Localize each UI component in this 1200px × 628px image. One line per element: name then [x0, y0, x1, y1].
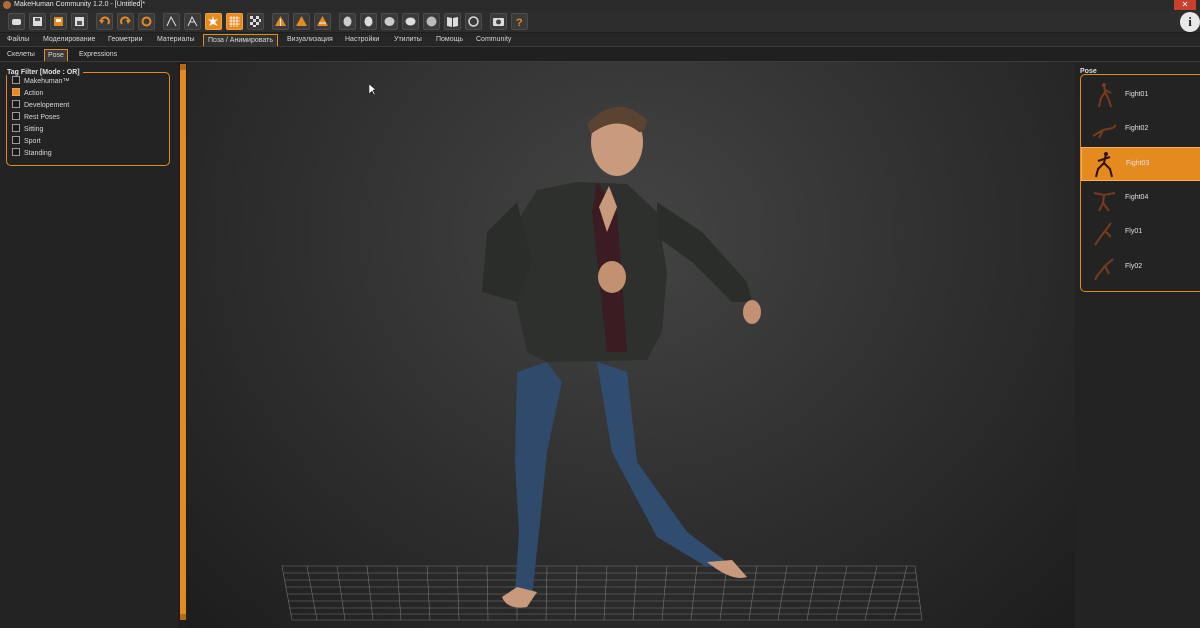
filter-item-standing[interactable]: Standing	[12, 148, 52, 159]
checkbox[interactable]	[12, 136, 20, 145]
pose-thumbnail	[1093, 192, 1116, 212]
tag-filter-group: Tag Filter [Mode : OR] Makehuman™ Action…	[6, 69, 170, 166]
undo-icon[interactable]	[96, 13, 113, 30]
wireframe-icon[interactable]	[184, 13, 201, 30]
tab-modelling[interactable]: Моделирование	[39, 34, 99, 46]
smooth-icon[interactable]	[163, 13, 180, 30]
checkbox[interactable]	[12, 100, 20, 109]
tab-pose-animate[interactable]: Поза / Анимировать	[203, 34, 278, 46]
sub-tab-bar: Скелеты Pose Expressions	[0, 47, 1200, 62]
mouse-cursor-icon	[368, 83, 377, 98]
filter-item-action[interactable]: Action	[12, 88, 44, 99]
grid-icon[interactable]	[226, 13, 243, 30]
scene	[281, 106, 923, 621]
right-panel: Pose Fight01 Fight02 Fight03 Fight04 Fly…	[1075, 62, 1200, 628]
filter-item-sitting[interactable]: Sitting	[12, 124, 44, 135]
pose-label: Fight02	[1125, 125, 1149, 132]
close-icon[interactable]: ✕	[1174, 0, 1196, 10]
tab-utilities[interactable]: Утилиты	[390, 34, 426, 46]
tab-help[interactable]: Помощь	[432, 34, 467, 46]
pose-item-fight03[interactable]: Fight03	[1081, 147, 1200, 181]
tab-rendering[interactable]: Визуализация	[283, 34, 337, 46]
pose-thumbnail	[1094, 222, 1112, 246]
tab-geometries[interactable]: Геометрии	[104, 34, 147, 46]
filter-item-makehuman[interactable]: Makehuman™	[12, 76, 70, 87]
redo-icon[interactable]	[117, 13, 134, 30]
human-model[interactable]	[482, 106, 761, 608]
scroll-down-arrow[interactable]	[180, 614, 186, 620]
head-top-icon[interactable]	[423, 13, 440, 30]
head-right-icon[interactable]	[381, 13, 398, 30]
filter-item-developement[interactable]: Developement	[12, 100, 70, 111]
load-icon[interactable]	[71, 13, 88, 30]
pose-item-fly02[interactable]: Fly02	[1081, 251, 1200, 285]
info-icon[interactable]: i	[1180, 12, 1200, 32]
checker-icon[interactable]	[247, 13, 264, 30]
tab-settings[interactable]: Настройки	[341, 34, 383, 46]
pose-label: Fly02	[1125, 263, 1143, 270]
checkbox[interactable]	[12, 148, 20, 157]
pose-label: Fight01	[1125, 91, 1149, 98]
pose-thumbnail	[1095, 152, 1113, 178]
ring-icon[interactable]	[465, 13, 482, 30]
new-icon[interactable]	[8, 13, 25, 30]
tag-filter-title: Tag Filter [Mode : OR]	[7, 69, 83, 76]
save-icon[interactable]	[29, 13, 46, 30]
main-tab-bar: Файлы Моделирование Геометрии Материалы …	[0, 33, 1200, 47]
window-title: MakeHuman Community 1.2.0 - [Untitled]*	[14, 1, 146, 8]
pose-label: Fight03	[1126, 160, 1150, 167]
tab-skeletons[interactable]: Скелеты	[4, 49, 38, 60]
filter-label: Sitting	[24, 126, 44, 133]
export-icon[interactable]	[50, 13, 67, 30]
pose-thumbnail	[1098, 83, 1112, 108]
pose-thumbnail	[1094, 258, 1114, 281]
filter-label: Makehuman™	[24, 78, 70, 85]
pose-thumbnail	[1092, 124, 1117, 139]
reset-icon[interactable]	[138, 13, 155, 30]
tab-materials[interactable]: Материалы	[153, 34, 198, 46]
pose-item-fight02[interactable]: Fight02	[1081, 113, 1200, 147]
filter-label: Action	[24, 90, 44, 97]
toolbar: ?	[0, 11, 1200, 32]
pose-item-fight04[interactable]: Fight04	[1081, 182, 1200, 216]
pose-label: Fight04	[1125, 194, 1149, 201]
head-front-icon[interactable]	[360, 13, 377, 30]
checkbox-checked[interactable]	[12, 88, 20, 97]
scroll-up-arrow[interactable]	[180, 64, 186, 70]
filter-item-rest-poses[interactable]: Rest Poses	[12, 112, 60, 123]
tab-community[interactable]: Community	[472, 34, 515, 46]
book-icon[interactable]	[444, 13, 461, 30]
filter-label: Sport	[24, 138, 41, 145]
3d-viewport[interactable]	[187, 62, 1075, 628]
app-icon	[3, 1, 11, 9]
checkbox[interactable]	[12, 112, 20, 121]
filter-label: Standing	[24, 150, 52, 157]
checkbox[interactable]	[12, 76, 20, 85]
top-view-icon[interactable]	[314, 13, 331, 30]
front-view-icon[interactable]	[272, 13, 289, 30]
svg-text:?: ?	[516, 17, 523, 28]
help-icon[interactable]: ?	[511, 13, 528, 30]
checkbox[interactable]	[12, 124, 20, 133]
tab-files[interactable]: Файлы	[3, 34, 33, 46]
tab-pose[interactable]: Pose	[44, 49, 68, 61]
pose-item-fight01[interactable]: Fight01	[1081, 79, 1200, 113]
head-back-icon[interactable]	[402, 13, 419, 30]
left-panel: Tag Filter [Mode : OR] Makehuman™ Action…	[0, 62, 178, 628]
pose-icon[interactable]	[205, 13, 222, 30]
head-left-icon[interactable]	[339, 13, 356, 30]
tab-expressions[interactable]: Expressions	[76, 49, 120, 60]
pose-item-fly01[interactable]: Fly01	[1081, 216, 1200, 250]
side-view-icon[interactable]	[293, 13, 310, 30]
filter-label: Rest Poses	[24, 114, 60, 121]
left-panel-scrollbar[interactable]	[180, 64, 186, 620]
camera-icon[interactable]	[490, 13, 507, 30]
ground-grid	[281, 565, 923, 621]
filter-item-sport[interactable]: Sport	[12, 136, 41, 147]
filter-label: Developement	[24, 102, 70, 109]
pose-label: Fly01	[1125, 228, 1143, 235]
